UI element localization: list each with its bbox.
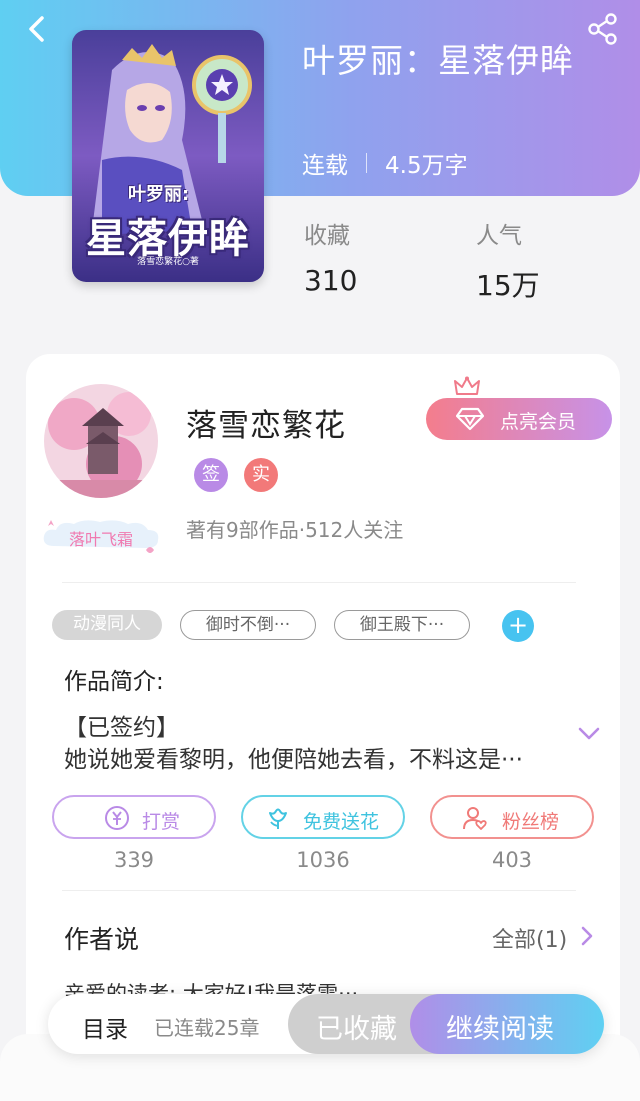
- chevron-down-icon[interactable]: [578, 726, 600, 742]
- favorites-stat: 收藏 310: [304, 216, 357, 297]
- popularity-value: 15万: [476, 269, 540, 302]
- popularity-label: 人气: [476, 223, 522, 249]
- chevron-right-icon[interactable]: [580, 926, 594, 946]
- divider: [62, 890, 576, 891]
- continue-reading-button[interactable]: 继续阅读: [410, 994, 604, 1054]
- flower-count: 1036: [296, 848, 350, 872]
- cover-subtitle: 叶罗丽:: [128, 184, 190, 205]
- book-cover[interactable]: 叶罗丽: 星落伊眸 落雪恋繁花○著: [72, 30, 264, 282]
- crown-icon: [454, 376, 480, 395]
- meta-divider: [366, 153, 367, 173]
- intro-heading: 作品简介:: [64, 669, 164, 695]
- author-say-all-link[interactable]: 全部(1): [492, 922, 567, 954]
- author-name[interactable]: 落雪恋繁花: [186, 400, 346, 445]
- author-avatar[interactable]: [44, 384, 158, 498]
- yen-coin-icon: [105, 806, 129, 830]
- author-info: 著有9部作品·512人关注: [186, 518, 404, 542]
- cover-author: 落雪恋繁花○著: [137, 257, 199, 267]
- verified-badge: 实: [244, 458, 278, 492]
- free-flower-label: 免费送花: [303, 811, 380, 833]
- flower-icon: [269, 808, 287, 829]
- signed-badge: 签: [194, 458, 228, 492]
- intro-line-2: 她说她爱看黎明，他便陪她去看，不料这是···: [64, 747, 523, 773]
- diamond-icon: [456, 407, 484, 431]
- tag-1[interactable]: 御时不倒···: [180, 610, 316, 640]
- intro-line-1: 【已签约】: [64, 715, 179, 741]
- user-heart-icon: [463, 807, 487, 830]
- divider: [62, 582, 576, 583]
- serial-status: 连载: [302, 153, 348, 179]
- popularity-stat: 人气 15万: [476, 216, 540, 304]
- book-title: 叶罗丽：星落伊眸: [302, 41, 574, 80]
- add-tag-button[interactable]: +: [502, 610, 534, 642]
- vip-button-label: 点亮会员: [500, 411, 577, 433]
- continue-reading-label: 继续阅读: [446, 1014, 554, 1045]
- activate-vip-button[interactable]: 点亮会员: [426, 398, 612, 440]
- fan-title-text: 落叶飞霜: [68, 530, 133, 549]
- chapter-count: 已连载25章: [154, 1016, 260, 1040]
- fans-count: 403: [491, 848, 533, 872]
- word-count: 4.5万字: [385, 153, 468, 179]
- reward-button[interactable]: 打赏: [52, 795, 216, 839]
- back-arrow-icon[interactable]: [22, 14, 52, 44]
- reward-count: 339: [113, 848, 155, 872]
- avatar-image: [44, 384, 158, 498]
- author-say-heading: 作者说: [64, 925, 140, 954]
- favorited-label: 已收藏: [316, 1014, 397, 1045]
- category-tag[interactable]: 动漫同人: [52, 610, 162, 640]
- fan-title-tag: 落叶飞霜: [40, 516, 162, 558]
- reward-label: 打赏: [142, 811, 181, 833]
- free-flower-button[interactable]: 免费送花: [241, 795, 405, 839]
- book-meta: 连载 4.5万字: [302, 146, 468, 180]
- favorites-label: 收藏: [304, 223, 350, 249]
- fans-ranking-label: 粉丝榜: [502, 811, 560, 833]
- favorites-value: 310: [304, 264, 358, 297]
- fans-ranking-button[interactable]: 粉丝榜: [430, 795, 594, 839]
- table-of-contents-button[interactable]: 目录: [82, 1010, 128, 1044]
- tag-2[interactable]: 御王殿下···: [334, 610, 470, 640]
